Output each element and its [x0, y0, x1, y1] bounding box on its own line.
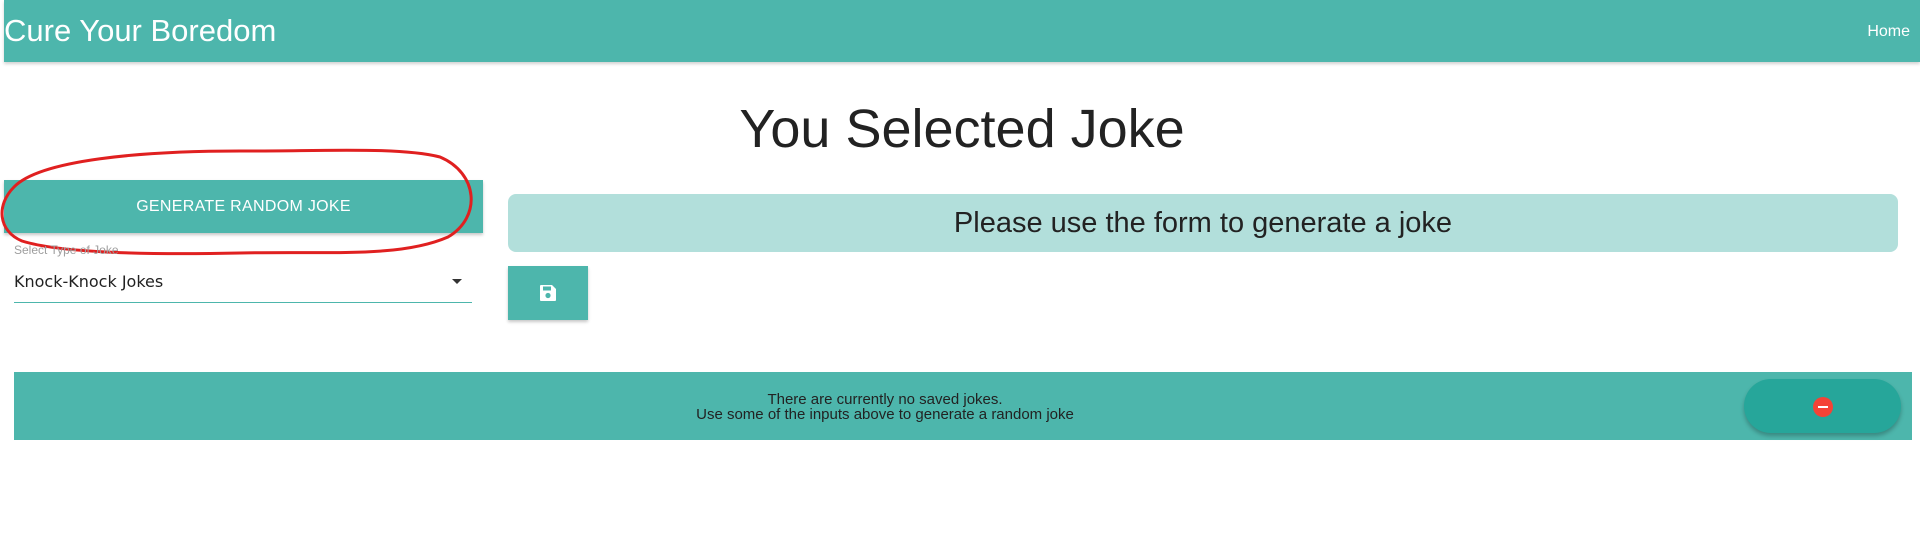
nav-home-link[interactable]: Home — [1867, 22, 1910, 42]
saved-jokes-panel: There are currently no saved jokes. Use … — [14, 372, 1912, 440]
joke-type-selected-value: Knock-Knock Jokes — [14, 272, 164, 291]
generate-hint-line: Use some of the inputs above to generate… — [696, 406, 1074, 423]
top-navbar: Cure Your Boredom Home — [4, 0, 1920, 62]
site-brand[interactable]: Cure Your Boredom — [4, 13, 276, 49]
caret-down-icon — [452, 279, 462, 284]
delete-jokes-button[interactable] — [1744, 379, 1901, 433]
floppy-disk-icon — [540, 285, 556, 301]
joke-type-label: Select Type of Joke — [14, 243, 119, 257]
page-title: You Selected Joke — [739, 99, 1185, 159]
joke-type-select[interactable]: Knock-Knock Jokes — [14, 266, 472, 303]
no-saved-jokes-line: There are currently no saved jokes. — [767, 391, 1003, 408]
remove-circle-icon — [1813, 397, 1833, 417]
joke-display: Please use the form to generate a joke — [508, 194, 1898, 252]
generate-random-joke-button[interactable]: GENERATE RANDOM JOKE — [4, 180, 483, 233]
save-joke-button[interactable] — [508, 266, 588, 320]
no-saved-jokes-message: There are currently no saved jokes. Use … — [14, 392, 1756, 422]
